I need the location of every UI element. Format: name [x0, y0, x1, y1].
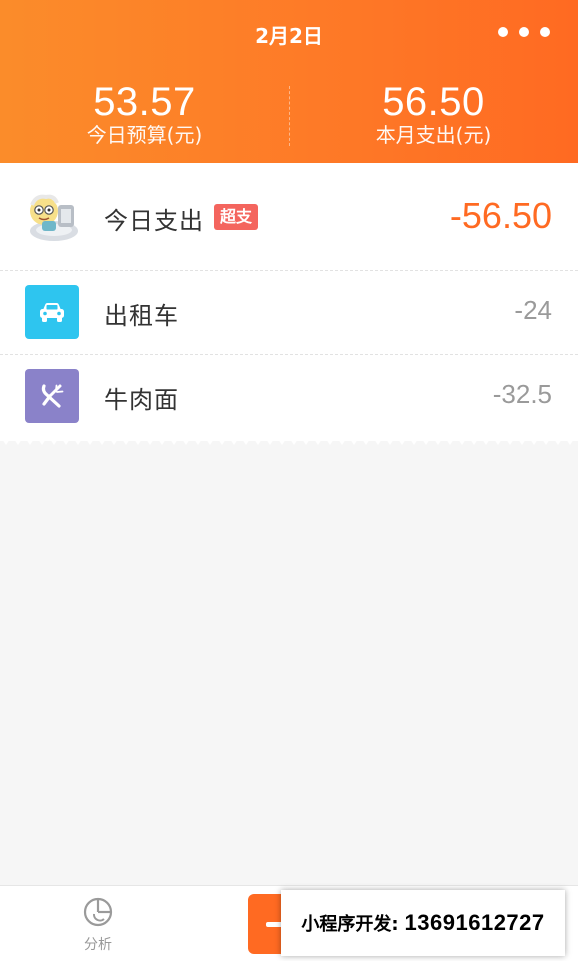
utensils-icon	[25, 369, 79, 423]
header-bar: 2月2日 53.57 今日预算(元) 56.50 本月支出(元)	[0, 0, 578, 163]
date-title: 2月2日	[255, 24, 323, 48]
today-budget-value: 53.57	[93, 80, 196, 124]
overspent-badge: 超支	[214, 204, 259, 230]
expense-item-beef-noodles[interactable]: 牛肉面 -32.5	[0, 354, 578, 438]
dot	[519, 27, 529, 37]
tab-analysis-label: 分析	[84, 937, 112, 953]
tab-analysis[interactable]: 分析	[66, 896, 130, 954]
month-spend-label: 本月支出(元)	[375, 123, 492, 147]
today-spend-amount: -56.50	[449, 195, 552, 236]
receipt-zigzag-edge	[0, 436, 578, 445]
pie-chart-icon	[83, 897, 113, 927]
car-icon	[25, 285, 79, 339]
expense-item-amount: -32.5	[492, 379, 552, 409]
expense-item-amount: -24	[514, 295, 552, 325]
dot	[498, 27, 508, 37]
contact-overlay-banner: 小程序开发: 13691612727	[281, 890, 565, 956]
contact-label: 小程序开发:	[301, 914, 399, 935]
dot	[540, 27, 550, 37]
contact-phone: 13691612727	[404, 910, 545, 935]
expense-item-label: 出租车	[104, 302, 179, 330]
expense-item-taxi[interactable]: 出租车 -24	[0, 270, 578, 354]
today-budget-label: 今日预算(元)	[86, 123, 203, 147]
more-dots-icon[interactable]	[498, 25, 550, 39]
month-spend-stat: 56.50 本月支出(元)	[289, 82, 578, 148]
expense-item-label: 牛肉面	[104, 386, 179, 414]
cartoon-avatar-icon	[30, 194, 78, 241]
today-spend-summary-row[interactable]: 今日支出 超支 -56.50	[0, 163, 578, 270]
today-spend-label: 今日支出	[104, 207, 204, 235]
expense-list: 今日支出 超支 -56.50 出租车 -24 牛肉面 -32.5	[0, 163, 578, 441]
month-spend-value: 56.50	[382, 80, 485, 124]
today-budget-stat: 53.57 今日预算(元)	[0, 82, 289, 148]
